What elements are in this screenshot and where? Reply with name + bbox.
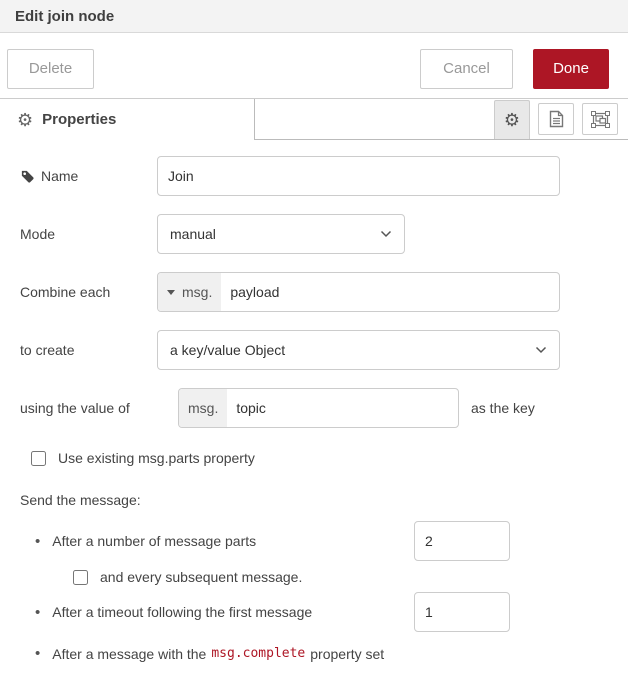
combine-typed-input: msg. payload bbox=[157, 272, 560, 312]
dialog-header: Edit join node bbox=[0, 0, 628, 33]
count-input[interactable] bbox=[414, 521, 510, 561]
combine-label: Combine each bbox=[20, 284, 110, 300]
complete-item-text-after: property set bbox=[310, 646, 384, 662]
name-label: Name bbox=[41, 168, 78, 184]
timeout-item-row: After a timeout following the first mess… bbox=[20, 592, 510, 632]
key-value-input[interactable]: topic bbox=[227, 389, 458, 427]
count-item-row: After a number of message parts bbox=[20, 521, 510, 561]
dialog-button-bar: Delete Cancel Done bbox=[0, 33, 628, 98]
key-label-group: using the value of bbox=[20, 400, 178, 416]
chevron-down-icon bbox=[380, 230, 392, 238]
gear-icon: ⚙ bbox=[17, 111, 33, 129]
mode-select-value: manual bbox=[170, 226, 216, 242]
done-button[interactable]: Done bbox=[533, 49, 609, 89]
properties-view-button[interactable]: ⚙ bbox=[494, 100, 530, 139]
description-view-button[interactable] bbox=[538, 103, 574, 135]
typedinput-caret-icon bbox=[167, 290, 175, 295]
dialog-title: Edit join node bbox=[15, 8, 114, 25]
gear-icon: ⚙ bbox=[504, 111, 520, 129]
key-label: using the value of bbox=[20, 400, 130, 416]
appearance-view-button[interactable] bbox=[582, 103, 618, 135]
use-parts-label: Use existing msg.parts property bbox=[58, 450, 255, 466]
complete-item-text-before: After a message with the bbox=[52, 646, 206, 662]
key-type-label-box[interactable]: msg. bbox=[179, 389, 227, 427]
timeout-item-label: After a timeout following the first mess… bbox=[52, 604, 312, 620]
to-create-select[interactable]: a key/value Object bbox=[157, 330, 560, 370]
complete-item-row: After a message with the msg.complete pr… bbox=[20, 645, 510, 662]
cancel-button[interactable]: Cancel bbox=[420, 49, 513, 89]
mode-label-group: Mode bbox=[20, 226, 157, 242]
send-section-heading: Send the message: bbox=[20, 492, 608, 508]
mode-select[interactable]: manual bbox=[157, 214, 405, 254]
combine-value-input[interactable]: payload bbox=[221, 273, 559, 311]
combine-row: Combine each msg. payload bbox=[20, 272, 608, 312]
combine-label-group: Combine each bbox=[20, 284, 157, 300]
tab-action-buttons: ⚙ bbox=[494, 99, 628, 139]
name-row: Name bbox=[20, 156, 608, 196]
key-type-label: msg. bbox=[188, 400, 218, 416]
key-suffix-label: as the key bbox=[471, 400, 535, 416]
msg-complete-code: msg.complete bbox=[211, 646, 305, 661]
use-parts-checkbox[interactable] bbox=[31, 451, 46, 466]
delete-button[interactable]: Delete bbox=[7, 49, 94, 89]
tab-properties-label: Properties bbox=[42, 111, 116, 128]
to-create-row: to create a key/value Object bbox=[20, 330, 608, 370]
tag-icon bbox=[20, 169, 35, 184]
subsequent-label: and every subsequent message. bbox=[100, 569, 302, 585]
key-row: using the value of msg. topic as the key bbox=[20, 388, 608, 428]
to-create-label: to create bbox=[20, 342, 74, 358]
count-item-label: After a number of message parts bbox=[52, 533, 256, 549]
chevron-down-icon bbox=[535, 346, 547, 354]
name-label-group: Name bbox=[20, 168, 157, 184]
key-typed-input: msg. topic bbox=[178, 388, 459, 428]
to-create-label-group: to create bbox=[20, 342, 157, 358]
timeout-input[interactable] bbox=[414, 592, 510, 632]
document-icon bbox=[549, 110, 564, 128]
editor-tab-bar: ⚙ Properties ⚙ bbox=[0, 98, 628, 140]
mode-row: Mode manual bbox=[20, 214, 608, 254]
object-group-icon bbox=[591, 111, 610, 128]
combine-type-label: msg. bbox=[182, 284, 212, 300]
tab-properties[interactable]: ⚙ Properties bbox=[0, 99, 255, 140]
to-create-select-value: a key/value Object bbox=[170, 342, 285, 358]
mode-label: Mode bbox=[20, 226, 55, 242]
subsequent-row: and every subsequent message. bbox=[73, 569, 608, 585]
combine-type-button[interactable]: msg. bbox=[158, 273, 221, 311]
subsequent-checkbox[interactable] bbox=[73, 570, 88, 585]
name-input[interactable] bbox=[157, 156, 560, 196]
use-parts-row: Use existing msg.parts property bbox=[31, 450, 608, 466]
properties-form: Name Mode manual Combine each msg. paylo… bbox=[0, 140, 628, 662]
